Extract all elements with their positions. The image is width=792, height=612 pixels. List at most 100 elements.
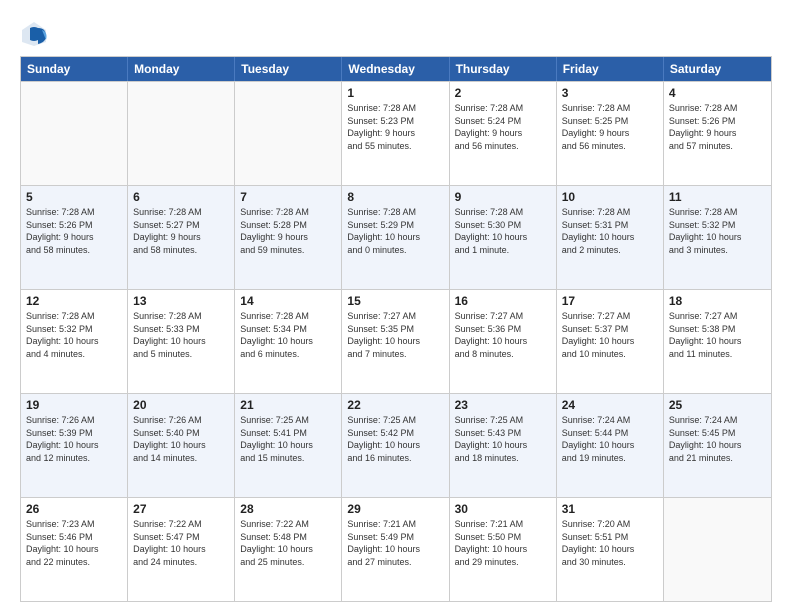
calendar-cell-w1-d6: 3 Sunrise: 7:28 AM Sunset: 5:25 PM Daylig… — [557, 82, 664, 185]
calendar-cell-w1-d7: 4 Sunrise: 7:28 AM Sunset: 5:26 PM Daylig… — [664, 82, 771, 185]
day-number: 28 — [240, 502, 336, 516]
header-day-saturday: Saturday — [664, 57, 771, 81]
day-info: Sunrise: 7:27 AM Sunset: 5:36 PM Dayligh… — [455, 310, 551, 360]
day-info: Sunrise: 7:21 AM Sunset: 5:50 PM Dayligh… — [455, 518, 551, 568]
calendar-cell-w4-d2: 20 Sunrise: 7:26 AM Sunset: 5:40 PM Dayli… — [128, 394, 235, 497]
day-number: 3 — [562, 86, 658, 100]
calendar-cell-w2-d3: 7Sunrise: 7:28 AM Sunset: 5:28 PM Daylig… — [235, 186, 342, 289]
day-info: Sunrise: 7:25 AM Sunset: 5:43 PM Dayligh… — [455, 414, 551, 464]
calendar-cell-w5-d6: 31 Sunrise: 7:20 AM Sunset: 5:51 PM Dayli… — [557, 498, 664, 601]
day-info: Sunrise: 7:22 AM Sunset: 5:47 PM Dayligh… — [133, 518, 229, 568]
day-number: 18 — [669, 294, 766, 308]
calendar-cell-w5-d5: 30 Sunrise: 7:21 AM Sunset: 5:50 PM Dayli… — [450, 498, 557, 601]
day-info: Sunrise: 7:25 AM Sunset: 5:41 PM Dayligh… — [240, 414, 336, 464]
calendar-cell-w2-d7: 11 Sunrise: 7:28 AM Sunset: 5:32 PM Dayli… — [664, 186, 771, 289]
day-info: Sunrise: 7:28 AM Sunset: 5:24 PM Dayligh… — [455, 102, 551, 152]
day-info: Sunrise: 7:28 AM Sunset: 5:30 PM Dayligh… — [455, 206, 551, 256]
page: SundayMondayTuesdayWednesdayThursdayFrid… — [0, 0, 792, 612]
logo-icon — [20, 20, 48, 48]
calendar-cell-w2-d5: 9 Sunrise: 7:28 AM Sunset: 5:30 PM Daylig… — [450, 186, 557, 289]
day-number: 19 — [26, 398, 122, 412]
day-info: Sunrise: 7:24 AM Sunset: 5:45 PM Dayligh… — [669, 414, 766, 464]
day-number: 10 — [562, 190, 658, 204]
calendar-cell-w5-d4: 29 Sunrise: 7:21 AM Sunset: 5:49 PM Dayli… — [342, 498, 449, 601]
calendar-cell-w3-d1: 12 Sunrise: 7:28 AM Sunset: 5:32 PM Dayli… — [21, 290, 128, 393]
calendar-cell-w1-d5: 2 Sunrise: 7:28 AM Sunset: 5:24 PM Daylig… — [450, 82, 557, 185]
logo — [20, 20, 52, 48]
calendar-cell-w1-d2 — [128, 82, 235, 185]
calendar-cell-w5-d3: 28 Sunrise: 7:22 AM Sunset: 5:48 PM Dayli… — [235, 498, 342, 601]
day-number: 23 — [455, 398, 551, 412]
calendar-cell-w5-d2: 27 Sunrise: 7:22 AM Sunset: 5:47 PM Dayli… — [128, 498, 235, 601]
calendar-row-1: 1 Sunrise: 7:28 AM Sunset: 5:23 PM Daylig… — [21, 81, 771, 185]
day-number: 24 — [562, 398, 658, 412]
day-info: Sunrise: 7:28 AM Sunset: 5:32 PM Dayligh… — [26, 310, 122, 360]
day-info: Sunrise: 7:22 AM Sunset: 5:48 PM Dayligh… — [240, 518, 336, 568]
day-info: Sunrise: 7:21 AM Sunset: 5:49 PM Dayligh… — [347, 518, 443, 568]
day-info: Sunrise: 7:26 AM Sunset: 5:39 PM Dayligh… — [26, 414, 122, 464]
day-number: 12 — [26, 294, 122, 308]
calendar-cell-w1-d3 — [235, 82, 342, 185]
day-info: Sunrise: 7:26 AM Sunset: 5:40 PM Dayligh… — [133, 414, 229, 464]
calendar-cell-w3-d7: 18 Sunrise: 7:27 AM Sunset: 5:38 PM Dayli… — [664, 290, 771, 393]
day-number: 16 — [455, 294, 551, 308]
day-number: 6 — [133, 190, 229, 204]
calendar-cell-w3-d4: 15Sunrise: 7:27 AM Sunset: 5:35 PM Dayli… — [342, 290, 449, 393]
day-number: 22 — [347, 398, 443, 412]
day-info: Sunrise: 7:28 AM Sunset: 5:26 PM Dayligh… — [26, 206, 122, 256]
day-info: Sunrise: 7:28 AM Sunset: 5:23 PM Dayligh… — [347, 102, 443, 152]
day-info: Sunrise: 7:27 AM Sunset: 5:37 PM Dayligh… — [562, 310, 658, 360]
calendar-body: 1 Sunrise: 7:28 AM Sunset: 5:23 PM Daylig… — [21, 81, 771, 601]
calendar-cell-w3-d6: 17 Sunrise: 7:27 AM Sunset: 5:37 PM Dayli… — [557, 290, 664, 393]
day-number: 2 — [455, 86, 551, 100]
calendar-cell-w5-d1: 26Sunrise: 7:23 AM Sunset: 5:46 PM Dayli… — [21, 498, 128, 601]
header-day-sunday: Sunday — [21, 57, 128, 81]
calendar-cell-w3-d3: 14Sunrise: 7:28 AM Sunset: 5:34 PM Dayli… — [235, 290, 342, 393]
day-info: Sunrise: 7:28 AM Sunset: 5:31 PM Dayligh… — [562, 206, 658, 256]
day-number: 29 — [347, 502, 443, 516]
calendar-cell-w2-d6: 10 Sunrise: 7:28 AM Sunset: 5:31 PM Dayli… — [557, 186, 664, 289]
day-number: 1 — [347, 86, 443, 100]
day-number: 31 — [562, 502, 658, 516]
day-info: Sunrise: 7:27 AM Sunset: 5:35 PM Dayligh… — [347, 310, 443, 360]
day-number: 8 — [347, 190, 443, 204]
day-info: Sunrise: 7:28 AM Sunset: 5:32 PM Dayligh… — [669, 206, 766, 256]
day-number: 13 — [133, 294, 229, 308]
calendar-header: SundayMondayTuesdayWednesdayThursdayFrid… — [21, 57, 771, 81]
day-number: 20 — [133, 398, 229, 412]
header — [20, 16, 772, 48]
calendar-cell-w4-d5: 23 Sunrise: 7:25 AM Sunset: 5:43 PM Dayli… — [450, 394, 557, 497]
day-number: 5 — [26, 190, 122, 204]
calendar-cell-w4-d1: 19 Sunrise: 7:26 AM Sunset: 5:39 PM Dayli… — [21, 394, 128, 497]
day-info: Sunrise: 7:27 AM Sunset: 5:38 PM Dayligh… — [669, 310, 766, 360]
day-info: Sunrise: 7:25 AM Sunset: 5:42 PM Dayligh… — [347, 414, 443, 464]
header-day-thursday: Thursday — [450, 57, 557, 81]
calendar-cell-w2-d2: 6Sunrise: 7:28 AM Sunset: 5:27 PM Daylig… — [128, 186, 235, 289]
day-info: Sunrise: 7:20 AM Sunset: 5:51 PM Dayligh… — [562, 518, 658, 568]
calendar-cell-w1-d4: 1 Sunrise: 7:28 AM Sunset: 5:23 PM Daylig… — [342, 82, 449, 185]
day-info: Sunrise: 7:28 AM Sunset: 5:26 PM Dayligh… — [669, 102, 766, 152]
calendar: SundayMondayTuesdayWednesdayThursdayFrid… — [20, 56, 772, 602]
calendar-cell-w2-d1: 5 Sunrise: 7:28 AM Sunset: 5:26 PM Daylig… — [21, 186, 128, 289]
day-info: Sunrise: 7:28 AM Sunset: 5:34 PM Dayligh… — [240, 310, 336, 360]
header-day-friday: Friday — [557, 57, 664, 81]
day-info: Sunrise: 7:28 AM Sunset: 5:25 PM Dayligh… — [562, 102, 658, 152]
calendar-cell-w3-d2: 13 Sunrise: 7:28 AM Sunset: 5:33 PM Dayli… — [128, 290, 235, 393]
day-number: 21 — [240, 398, 336, 412]
day-number: 17 — [562, 294, 658, 308]
day-number: 11 — [669, 190, 766, 204]
calendar-cell-w4-d6: 24 Sunrise: 7:24 AM Sunset: 5:44 PM Dayli… — [557, 394, 664, 497]
day-info: Sunrise: 7:28 AM Sunset: 5:33 PM Dayligh… — [133, 310, 229, 360]
calendar-row-5: 26Sunrise: 7:23 AM Sunset: 5:46 PM Dayli… — [21, 497, 771, 601]
day-info: Sunrise: 7:23 AM Sunset: 5:46 PM Dayligh… — [26, 518, 122, 568]
calendar-row-3: 12 Sunrise: 7:28 AM Sunset: 5:32 PM Dayli… — [21, 289, 771, 393]
calendar-cell-w4-d4: 22 Sunrise: 7:25 AM Sunset: 5:42 PM Dayli… — [342, 394, 449, 497]
calendar-cell-w4-d7: 25Sunrise: 7:24 AM Sunset: 5:45 PM Dayli… — [664, 394, 771, 497]
day-number: 30 — [455, 502, 551, 516]
day-number: 9 — [455, 190, 551, 204]
day-number: 27 — [133, 502, 229, 516]
calendar-cell-w1-d1 — [21, 82, 128, 185]
day-number: 4 — [669, 86, 766, 100]
day-info: Sunrise: 7:24 AM Sunset: 5:44 PM Dayligh… — [562, 414, 658, 464]
day-number: 7 — [240, 190, 336, 204]
